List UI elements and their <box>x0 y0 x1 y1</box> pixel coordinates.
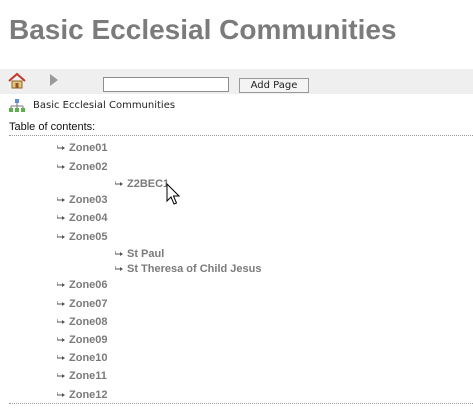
toc-item-zone07[interactable]: Zone07 <box>57 298 108 310</box>
divider <box>9 135 473 136</box>
arrow-icon <box>57 355 65 360</box>
arrow-icon <box>57 197 65 202</box>
arrow-icon <box>57 282 65 287</box>
arrow-icon <box>57 215 65 220</box>
arrow-icon <box>57 145 65 150</box>
sitemap-icon <box>9 99 25 112</box>
arrow-icon <box>57 392 65 397</box>
play-arrow-icon[interactable] <box>49 74 59 86</box>
toc-item-zone06[interactable]: Zone06 <box>57 279 108 291</box>
toolbar: Add Page <box>0 69 473 94</box>
breadcrumb[interactable]: Basic Ecclesial Communities <box>33 100 175 111</box>
toc-item-zone11[interactable]: Zone11 <box>57 370 107 382</box>
toc-subitem-z2bec1[interactable]: Z2BEC1 <box>115 178 169 190</box>
toc-item-zone04[interactable]: Zone04 <box>57 212 108 224</box>
arrow-icon <box>57 337 65 342</box>
home-icon[interactable] <box>8 72 26 90</box>
toc-item-zone05[interactable]: Zone05 <box>57 231 108 243</box>
arrow-icon <box>57 319 65 324</box>
page-title: Basic Ecclesial Communities <box>9 14 397 45</box>
toc-item-zone09[interactable]: Zone09 <box>57 334 108 346</box>
toc-item-zone01[interactable]: Zone01 <box>57 142 108 154</box>
divider <box>9 403 473 404</box>
toc-item-zone10[interactable]: Zone10 <box>57 352 108 364</box>
arrow-icon <box>115 266 123 271</box>
arrow-icon <box>115 251 123 256</box>
toc-item-zone02[interactable]: Zone02 <box>57 161 108 173</box>
toc-subitem-st-paul[interactable]: St Paul <box>115 248 164 260</box>
toc-item-zone12[interactable]: Zone12 <box>57 389 108 401</box>
toc-item-zone03[interactable]: Zone03 <box>57 194 108 206</box>
add-page-input[interactable] <box>103 77 229 92</box>
toc-subitem-st-theresa[interactable]: St Theresa of Child Jesus <box>115 263 261 275</box>
toc-label: Table of contents: <box>9 121 96 133</box>
arrow-icon <box>57 301 65 306</box>
add-page-button[interactable]: Add Page <box>239 78 309 93</box>
arrow-icon <box>57 234 65 239</box>
arrow-icon <box>115 181 123 186</box>
toc-item-zone08[interactable]: Zone08 <box>57 316 108 328</box>
arrow-icon <box>57 373 65 378</box>
arrow-icon <box>57 164 65 169</box>
